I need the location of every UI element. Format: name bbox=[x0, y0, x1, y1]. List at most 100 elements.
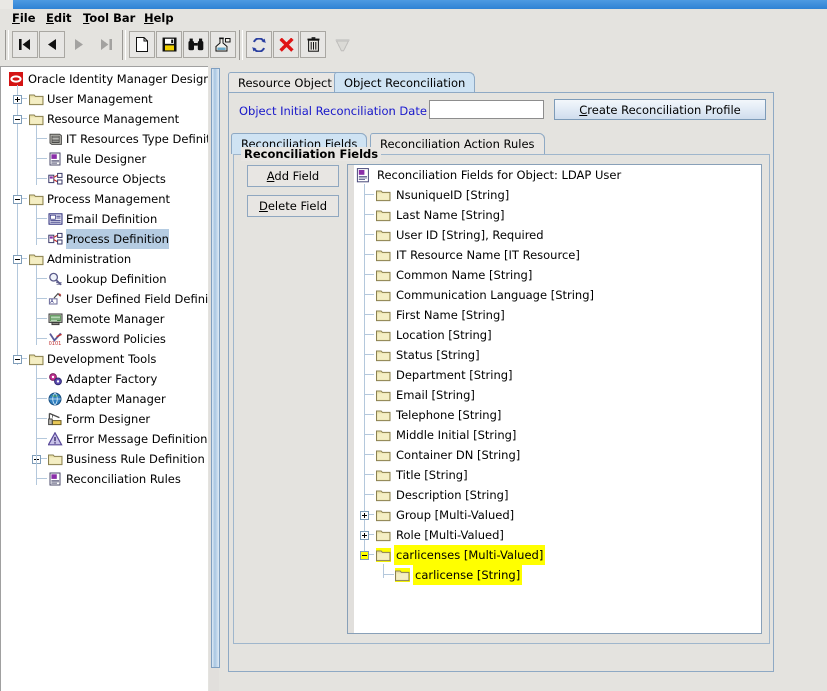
sidebar-item-error-message-definition[interactable]: Error Message Definition bbox=[1, 429, 208, 449]
field-toggle-plus-icon[interactable] bbox=[360, 511, 369, 520]
field-tree-node-label: Common Name [String] bbox=[396, 268, 533, 282]
field-tree-node[interactable]: Status [String] bbox=[348, 345, 761, 365]
menu-edit[interactable]: Edit bbox=[42, 11, 76, 25]
delete-field-button[interactable]: Delete Field bbox=[247, 195, 339, 217]
field-tree-node[interactable]: Location [String] bbox=[348, 325, 761, 345]
field-toggle-minus-icon[interactable] bbox=[360, 551, 369, 560]
tree-connector bbox=[36, 338, 47, 339]
sidebar-item-adapter-manager[interactable]: Adapter Manager bbox=[1, 389, 208, 409]
field-tree-node[interactable]: Communication Language [String] bbox=[348, 285, 761, 305]
sidebar-item-it-resources-type-definiti[interactable]: IT Resources Type Definiti bbox=[1, 129, 208, 149]
menu-toolbar[interactable]: Tool Bar bbox=[79, 11, 139, 25]
delete-button[interactable] bbox=[273, 31, 299, 58]
first-record-button[interactable] bbox=[12, 31, 38, 58]
tree-toggle-minus-icon[interactable] bbox=[13, 355, 22, 364]
sidebar-item-lookup-definition[interactable]: Lookup Definition bbox=[1, 269, 208, 289]
field-tree-node-label: carlicense [String] bbox=[413, 565, 523, 585]
left-pane-scrollbar[interactable] bbox=[208, 66, 220, 691]
field-tree-root[interactable]: Reconciliation Fields for Object: LDAP U… bbox=[348, 165, 761, 185]
crane-icon-wrap bbox=[48, 412, 63, 426]
window-title-bar bbox=[0, 0, 827, 9]
password-icon-wrap: 0101 bbox=[48, 332, 63, 347]
folder-icon bbox=[376, 410, 391, 422]
trash-button[interactable] bbox=[300, 31, 326, 58]
refresh-button[interactable] bbox=[246, 31, 272, 58]
sidebar-item-user-defined-field-definiti[interactable]: A User Defined Field Definiti bbox=[1, 289, 208, 309]
menu-file[interactable]: File bbox=[8, 11, 40, 25]
field-tree-node[interactable]: Middle Initial [String] bbox=[348, 425, 761, 445]
field-tree-node[interactable]: Title [String] bbox=[348, 465, 761, 485]
menu-bar: File Edit Tool Bar Help bbox=[0, 9, 827, 26]
new-document-button[interactable] bbox=[129, 31, 155, 58]
tab-resource-object[interactable]: Resource Object bbox=[228, 72, 342, 93]
sidebar-item-administration[interactable]: Administration bbox=[1, 249, 208, 269]
field-tree-node[interactable]: User ID [String], Required bbox=[348, 225, 761, 245]
recon-date-input[interactable] bbox=[429, 100, 544, 119]
sidebar-item-email-definition[interactable]: Email Definition bbox=[1, 209, 208, 229]
field-tree-node[interactable]: Department [String] bbox=[348, 365, 761, 385]
tree-toggle-plus-icon[interactable] bbox=[13, 95, 22, 104]
save-button[interactable] bbox=[156, 31, 182, 58]
magnifier-icon bbox=[49, 272, 62, 286]
field-tree-connector bbox=[364, 454, 374, 455]
field-tree-connector bbox=[383, 574, 394, 575]
scrollbar-track[interactable] bbox=[209, 66, 220, 691]
tree-toggle-minus-icon[interactable] bbox=[13, 255, 22, 264]
tree-child-line bbox=[36, 205, 37, 245]
sidebar-item-password-policies[interactable]: 0101 Password Policies bbox=[1, 329, 208, 349]
find-button[interactable] bbox=[183, 31, 209, 58]
folder-icon bbox=[376, 550, 391, 562]
nav-root-node[interactable]: Oracle Identity Manager Design Co bbox=[1, 69, 208, 89]
field-tree-node[interactable]: Telephone [String] bbox=[348, 405, 761, 425]
navigation-tree-pane[interactable]: Oracle Identity Manager Design Co User Ma… bbox=[0, 66, 208, 691]
assign-button[interactable] bbox=[210, 31, 236, 58]
sidebar-item-business-rule-definition[interactable]: Business Rule Definition bbox=[1, 449, 208, 469]
delete-x-icon bbox=[278, 37, 294, 52]
field-tree-node[interactable]: Container DN [String] bbox=[348, 445, 761, 465]
folder-icon-wrap bbox=[376, 468, 391, 482]
next-record-button bbox=[66, 31, 92, 58]
field-tree-node[interactable]: Description [String] bbox=[348, 485, 761, 505]
sidebar-item-remote-manager[interactable]: Remote Manager bbox=[1, 309, 208, 329]
monitor-icon bbox=[48, 313, 63, 326]
field-tree-node[interactable]: carlicenses [Multi-Valued] bbox=[348, 545, 761, 565]
sidebar-item-user-management[interactable]: User Management bbox=[1, 89, 208, 109]
folder-icon-wrap bbox=[376, 268, 391, 282]
folder-icon bbox=[29, 354, 44, 366]
field-tree-node[interactable]: First Name [String] bbox=[348, 305, 761, 325]
field-tree-node[interactable]: Group [Multi-Valued] bbox=[348, 505, 761, 525]
menu-help[interactable]: Help bbox=[140, 11, 178, 25]
field-tree-node[interactable]: IT Resource Name [IT Resource] bbox=[348, 245, 761, 265]
sidebar-item-process-definition[interactable]: Process Definition bbox=[1, 229, 208, 249]
rule-icon-wrap bbox=[48, 472, 63, 486]
tree-toggle-minus-icon[interactable] bbox=[13, 115, 22, 124]
sidebar-item-rule-designer[interactable]: Rule Designer bbox=[1, 149, 208, 169]
sidebar-item-reconciliation-rules[interactable]: Reconciliation Rules bbox=[1, 469, 208, 489]
sidebar-item-form-designer[interactable]: Form Designer bbox=[1, 409, 208, 429]
tree-connector bbox=[36, 178, 47, 179]
tab-reconciliation-action-rules[interactable]: Reconciliation Action Rules bbox=[370, 133, 545, 154]
scrollbar-thumb[interactable] bbox=[211, 68, 220, 668]
reconciliation-field-tree-pane[interactable]: Reconciliation Fields for Object: LDAP U… bbox=[347, 164, 762, 634]
tab-object-reconciliation[interactable]: Object Reconciliation bbox=[334, 72, 476, 93]
sidebar-item-label: Development Tools bbox=[47, 352, 157, 366]
field-tree-node[interactable]: Common Name [String] bbox=[348, 265, 761, 285]
field-tree-node[interactable]: Email [String] bbox=[348, 385, 761, 405]
tree-toggle-minus-icon[interactable] bbox=[13, 195, 22, 204]
create-reconciliation-profile-button[interactable]: Create Reconciliation Profile bbox=[554, 99, 766, 120]
sidebar-item-resource-management[interactable]: Resource Management bbox=[1, 109, 208, 129]
field-tree-node[interactable]: carlicense [String] bbox=[348, 565, 761, 585]
sidebar-item-adapter-factory[interactable]: Adapter Factory bbox=[1, 369, 208, 389]
previous-record-button[interactable] bbox=[39, 31, 65, 58]
field-tree-node[interactable]: Last Name [String] bbox=[348, 205, 761, 225]
sidebar-item-resource-objects[interactable]: Resource Objects bbox=[1, 169, 208, 189]
field-toggle-plus-icon[interactable] bbox=[360, 531, 369, 540]
sidebar-item-process-management[interactable]: Process Management bbox=[1, 189, 208, 209]
tree-connector bbox=[36, 418, 47, 419]
add-field-label: Add Field bbox=[266, 169, 320, 183]
field-tree-node[interactable]: NsuniqueID [String] bbox=[348, 185, 761, 205]
sidebar-item-development-tools[interactable]: Development Tools bbox=[1, 349, 208, 369]
previous-record-icon bbox=[48, 39, 56, 50]
field-tree-node[interactable]: Role [Multi-Valued] bbox=[348, 525, 761, 545]
add-field-button[interactable]: Add Field bbox=[247, 165, 339, 187]
